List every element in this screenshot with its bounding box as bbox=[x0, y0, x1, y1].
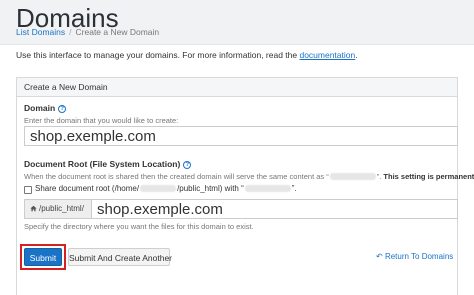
breadcrumb-separator: / bbox=[69, 27, 72, 37]
share-docroot-checkbox[interactable] bbox=[24, 186, 32, 194]
docroot-hint-permanent: This setting is permanent. bbox=[381, 172, 474, 181]
docroot-help-icon[interactable]: ? bbox=[183, 161, 192, 169]
intro-body: Use this interface to manage your domain… bbox=[16, 50, 300, 60]
docroot-input[interactable]: shop.exemple.com bbox=[91, 199, 458, 219]
panel-heading: Create a New Domain bbox=[17, 78, 457, 97]
share-docroot-label[interactable]: Share document root (/home/ /public_html)… bbox=[35, 184, 297, 193]
submit-and-create-another-button[interactable]: Submit And Create Another bbox=[68, 248, 172, 266]
share-mid: /public_html) with “ bbox=[177, 184, 244, 193]
docroot-label: Document Root (File System Location)? bbox=[24, 159, 192, 169]
docroot-addon: /public_html/ bbox=[24, 199, 92, 219]
intro-suffix: . bbox=[355, 50, 358, 60]
page-header: Domains List Domains / Create a New Domain bbox=[0, 0, 474, 45]
docroot-addon-label: /public_html/ bbox=[39, 204, 84, 213]
share-prefix: Share document root (/home/ bbox=[35, 184, 140, 193]
breadcrumb-current: Create a New Domain bbox=[75, 27, 160, 37]
submit-highlight-box bbox=[20, 244, 66, 270]
domain-label: Domain? bbox=[24, 103, 67, 113]
redacted-main-domain bbox=[244, 185, 291, 192]
domain-help-icon[interactable]: ? bbox=[58, 105, 67, 113]
share-suffix: ”. bbox=[291, 184, 297, 193]
docroot-hint-prefix: When the document root is shared then th… bbox=[24, 172, 329, 181]
return-label: Return To Domains bbox=[384, 252, 454, 261]
docroot-hint: When the document root is shared then th… bbox=[24, 172, 474, 181]
domain-label-text: Domain bbox=[24, 103, 56, 113]
home-icon bbox=[30, 205, 37, 212]
docroot-help-text: Specify the directory where you want the… bbox=[24, 222, 254, 231]
domain-input[interactable]: shop.exemple.com bbox=[24, 126, 458, 146]
breadcrumb: List Domains / Create a New Domain bbox=[16, 27, 159, 37]
docroot-label-text: Document Root (File System Location) bbox=[24, 159, 181, 169]
return-to-domains-link[interactable]: ↶ Return To Domains bbox=[376, 252, 453, 261]
redacted-username bbox=[140, 185, 177, 192]
domain-hint: Enter the domain that you would like to … bbox=[24, 116, 179, 125]
documentation-link[interactable]: documentation bbox=[299, 50, 355, 60]
redacted-domain bbox=[329, 173, 376, 180]
intro-text: Use this interface to manage your domain… bbox=[16, 50, 358, 60]
breadcrumb-list-domains[interactable]: List Domains bbox=[16, 27, 65, 37]
return-arrow-icon: ↶ bbox=[376, 252, 383, 261]
